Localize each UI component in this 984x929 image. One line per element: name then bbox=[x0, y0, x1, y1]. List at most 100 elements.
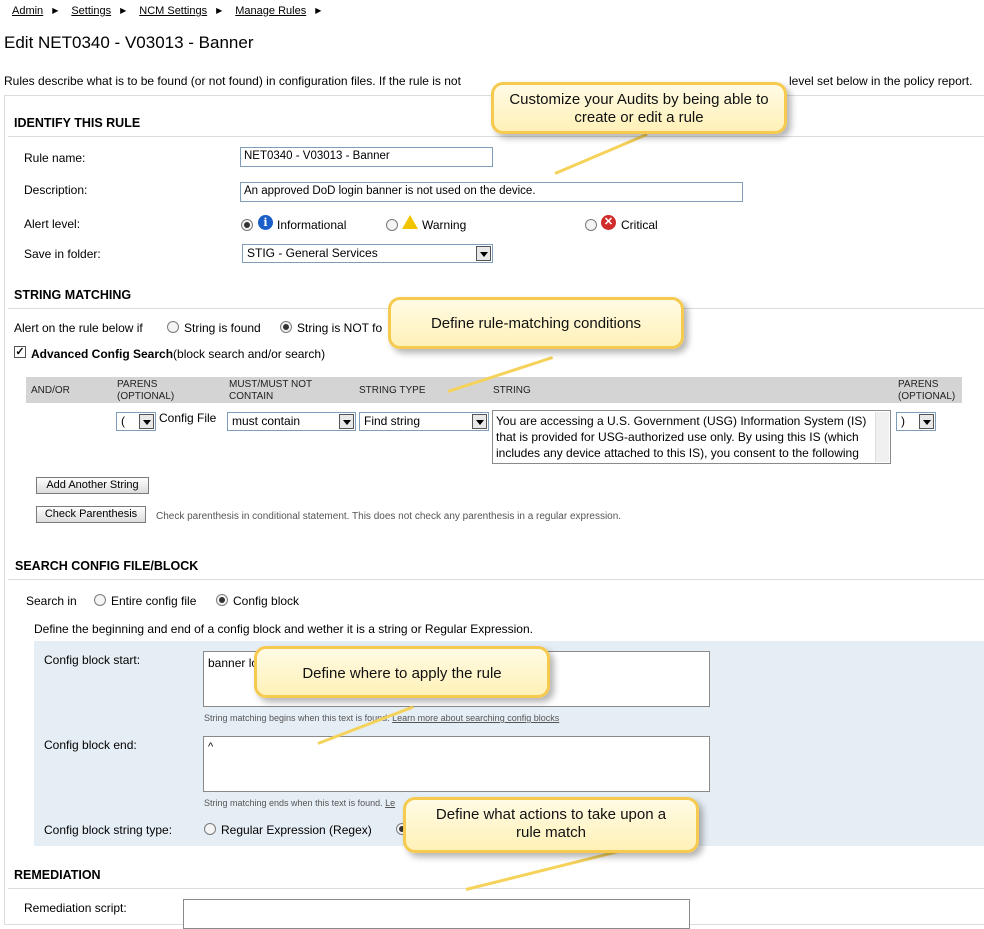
col-parens-close: PARENS (OPTIONAL) bbox=[898, 379, 955, 403]
check-parenthesis-note: Check parenthesis in conditional stateme… bbox=[156, 511, 622, 522]
close-paren-select[interactable]: ) bbox=[896, 412, 936, 431]
check-parenthesis-button[interactable]: Check Parenthesis bbox=[36, 506, 146, 523]
folder-select-value: STIG - General Services bbox=[247, 246, 378, 260]
rule-name-label: Rule name: bbox=[24, 151, 86, 165]
breadcrumb-arrow-icon: ▶ bbox=[120, 6, 127, 15]
remediation-script-textarea[interactable] bbox=[183, 899, 690, 929]
warning-icon bbox=[402, 215, 418, 229]
col-parens-line1: PARENS bbox=[117, 379, 158, 390]
block-start-label: Config block start: bbox=[44, 653, 141, 667]
breadcrumb-admin[interactable]: Admin bbox=[12, 5, 43, 17]
callout-actions: Define what actions to take upon a rule … bbox=[403, 797, 699, 853]
identify-heading: IDENTIFY THIS RULE bbox=[14, 116, 141, 130]
string-textarea-value: You are accessing a U.S. Government (USG… bbox=[496, 414, 867, 463]
col-parens: PARENS (OPTIONAL) bbox=[117, 379, 174, 403]
must-contain-value: must contain bbox=[232, 414, 301, 428]
description-input[interactable]: An approved DoD login banner is not used… bbox=[240, 182, 743, 202]
define-block-text: Define the beginning and end of a config… bbox=[34, 622, 533, 636]
learn-more-link[interactable]: Learn more about searching config blocks bbox=[392, 713, 559, 723]
col-parens-line2: (OPTIONAL) bbox=[117, 391, 175, 402]
entire-config-label: Entire config file bbox=[111, 594, 197, 608]
col-parens-close-line1: PARENS bbox=[898, 379, 939, 390]
col-must-line2: CONTAIN bbox=[229, 391, 274, 402]
col-string: STRING bbox=[493, 385, 531, 396]
alert-critical-radio[interactable] bbox=[585, 219, 597, 231]
alert-if-label: Alert on the rule below if bbox=[14, 321, 143, 335]
string-found-label: String is found bbox=[184, 321, 261, 335]
string-not-found-radio[interactable] bbox=[280, 321, 292, 333]
config-block-radio[interactable] bbox=[216, 594, 228, 606]
critical-icon: ✕ bbox=[601, 215, 616, 230]
open-paren-select[interactable]: ( bbox=[116, 412, 156, 431]
callout-apply: Define where to apply the rule bbox=[254, 646, 550, 698]
intro-text-start: Rules describe what is to be found (or n… bbox=[4, 74, 461, 88]
alert-informational-radio[interactable] bbox=[241, 219, 253, 231]
section-divider bbox=[8, 888, 984, 889]
string-matching-heading: STRING MATCHING bbox=[14, 288, 132, 302]
alert-informational-label: Informational bbox=[277, 218, 347, 232]
col-must-line1: MUST/MUST NOT bbox=[229, 379, 313, 390]
intro-text-end: level set below in the policy report. bbox=[789, 74, 973, 88]
search-block-heading: SEARCH CONFIG FILE/BLOCK bbox=[15, 559, 199, 573]
alert-critical-label: Critical bbox=[621, 218, 658, 232]
page-title: Edit NET0340 - V03013 - Banner bbox=[4, 33, 254, 52]
breadcrumb-arrow-icon: ▶ bbox=[315, 6, 322, 15]
info-icon: i bbox=[258, 215, 273, 230]
advanced-search-title: Advanced Config Search bbox=[31, 347, 174, 361]
remediation-script-label: Remediation script: bbox=[24, 901, 127, 915]
remediation-heading: REMEDIATION bbox=[14, 868, 101, 882]
block-string-type-label: Config block string type: bbox=[44, 823, 173, 837]
close-paren-value: ) bbox=[901, 414, 905, 428]
chevron-down-icon bbox=[476, 246, 491, 261]
config-file-label: Config File bbox=[159, 411, 217, 425]
string-textarea[interactable]: You are accessing a U.S. Government (USG… bbox=[492, 410, 891, 464]
section-divider bbox=[8, 136, 984, 137]
chevron-down-icon bbox=[139, 414, 154, 429]
advanced-search-checkbox[interactable]: ✓ bbox=[14, 346, 26, 358]
chevron-down-icon bbox=[919, 414, 934, 429]
string-type-select[interactable]: Find string bbox=[359, 412, 489, 431]
string-found-radio[interactable] bbox=[167, 321, 179, 333]
description-label: Description: bbox=[24, 183, 88, 197]
section-divider bbox=[8, 579, 984, 580]
advanced-search-label: Advanced Config Search(block search and/… bbox=[31, 347, 325, 361]
block-end-textarea[interactable]: ^ bbox=[203, 736, 710, 792]
block-end-note-text: String matching ends when this text is f… bbox=[204, 798, 383, 808]
col-andor: AND/OR bbox=[31, 385, 70, 396]
string-type-value: Find string bbox=[364, 414, 421, 428]
chevron-down-icon bbox=[472, 414, 487, 429]
breadcrumb-manage-rules[interactable]: Manage Rules bbox=[235, 5, 306, 17]
breadcrumb-settings[interactable]: Settings bbox=[71, 5, 111, 17]
config-block-label: Config block bbox=[233, 594, 300, 608]
intro-text: Rules describe what is to be found (or n… bbox=[4, 74, 972, 88]
open-paren-value: ( bbox=[121, 414, 125, 428]
breadcrumb-arrow-icon: ▶ bbox=[216, 6, 223, 15]
string-not-found-label: String is NOT fo bbox=[297, 321, 383, 335]
callout-conditions: Define rule-matching conditions bbox=[388, 297, 684, 349]
string-scrollbar[interactable] bbox=[875, 412, 889, 462]
must-contain-select[interactable]: must contain bbox=[227, 412, 356, 431]
add-string-button[interactable]: Add Another String bbox=[36, 477, 149, 494]
folder-select[interactable]: STIG - General Services bbox=[242, 244, 493, 263]
col-string-type: STRING TYPE bbox=[359, 385, 426, 396]
alert-warning-radio[interactable] bbox=[386, 219, 398, 231]
alert-warning-label: Warning bbox=[422, 218, 467, 232]
chevron-down-icon bbox=[339, 414, 354, 429]
callout-customize: Customize your Audits by being able to c… bbox=[491, 82, 787, 134]
entire-config-radio[interactable] bbox=[94, 594, 106, 606]
search-in-label: Search in bbox=[26, 594, 77, 608]
col-must: MUST/MUST NOT CONTAIN bbox=[229, 379, 312, 403]
folder-label: Save in folder: bbox=[24, 247, 101, 261]
breadcrumb-ncm-settings[interactable]: NCM Settings bbox=[139, 5, 207, 17]
regex-radio[interactable] bbox=[204, 823, 216, 835]
learn-more-link-2[interactable]: Le bbox=[385, 798, 395, 808]
advanced-search-suffix: (block search and/or search) bbox=[173, 347, 326, 361]
breadcrumb: Admin ▶ Settings ▶ NCM Settings ▶ Manage Rules… bbox=[12, 5, 334, 17]
regex-label: Regular Expression (Regex) bbox=[221, 823, 372, 837]
block-end-label: Config block end: bbox=[44, 738, 137, 752]
breadcrumb-arrow-icon: ▶ bbox=[52, 6, 59, 15]
block-start-note-text: String matching begins when this text is… bbox=[204, 713, 390, 723]
col-parens-close-line2: (OPTIONAL) bbox=[898, 391, 956, 402]
rule-name-input[interactable]: NET0340 - V03013 - Banner bbox=[240, 147, 493, 167]
block-end-note: String matching ends when this text is f… bbox=[204, 798, 395, 808]
